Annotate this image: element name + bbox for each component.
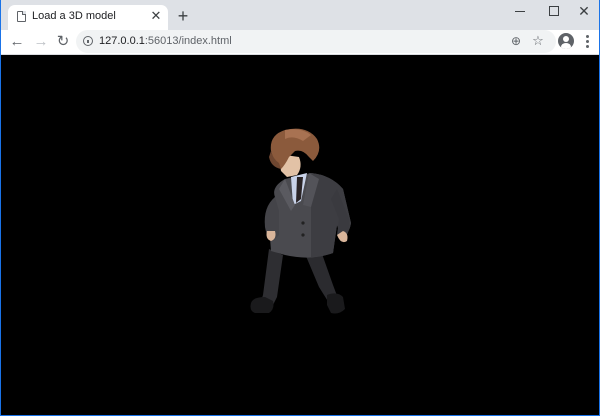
url-host: 127.0.0.1: [99, 35, 145, 47]
page-icon: [17, 11, 26, 22]
window-close-button[interactable]: ✕: [567, 0, 600, 24]
plus-icon[interactable]: +: [174, 7, 192, 25]
more-vert-icon[interactable]: [581, 33, 593, 49]
tab-title: Load a 3D model: [32, 10, 116, 22]
maximize-button[interactable]: [537, 0, 571, 24]
tab-strip: Load a 3D model ✕ + ✕: [1, 0, 599, 30]
reload-icon: ↻: [56, 33, 70, 50]
browser-window: Load a 3D model ✕ + ✕ ← → ↻ 127.0.0.1:56…: [0, 0, 600, 416]
close-icon[interactable]: ✕: [149, 9, 163, 23]
3d-character-model[interactable]: [241, 127, 361, 322]
model-button: [301, 221, 305, 225]
account-head: [563, 36, 569, 42]
model-button: [301, 233, 305, 237]
forward-button[interactable]: →: [31, 32, 51, 52]
minimize-button[interactable]: [503, 0, 537, 24]
tab-active[interactable]: Load a 3D model ✕: [8, 5, 168, 30]
menu-dot: [586, 45, 589, 48]
address-bar[interactable]: 127.0.0.1:56013/index.html ⊕ ☆: [76, 30, 556, 53]
info-icon[interactable]: [83, 36, 93, 46]
star-icon[interactable]: ☆: [531, 33, 545, 48]
maximize-icon: [549, 6, 559, 16]
url-text[interactable]: 127.0.0.1:56013/index.html: [99, 35, 232, 47]
arrow-right-icon: →: [33, 33, 49, 50]
account-icon[interactable]: [558, 33, 574, 49]
account-torso: [561, 43, 571, 49]
zoom-icon[interactable]: ⊕: [509, 34, 523, 48]
back-button[interactable]: ←: [7, 32, 27, 52]
reload-button[interactable]: ↻: [53, 32, 73, 52]
webgl-viewport[interactable]: [1, 55, 599, 415]
arrow-left-icon: ←: [9, 33, 25, 50]
model-shoe-right: [327, 293, 345, 314]
window-close-icon: ✕: [578, 3, 590, 19]
url-path: :56013/index.html: [144, 35, 232, 47]
menu-dot: [586, 35, 589, 38]
toolbar: ← → ↻ 127.0.0.1:56013/index.html ⊕ ☆: [1, 30, 599, 55]
menu-dot: [586, 40, 589, 43]
minimize-icon: [515, 11, 525, 12]
